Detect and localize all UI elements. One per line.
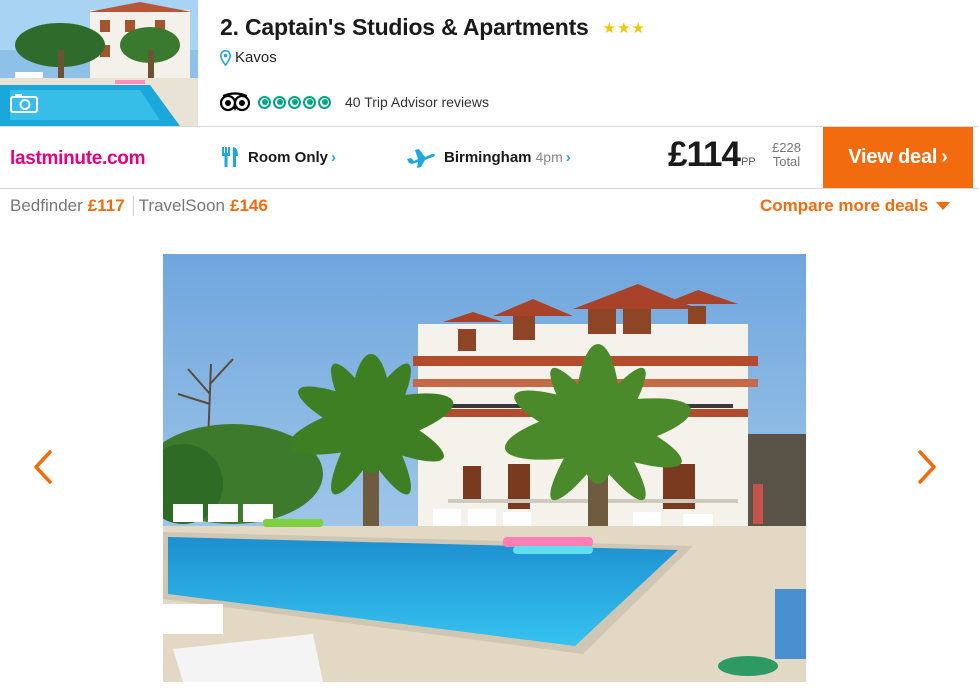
tripadvisor-owl-icon xyxy=(220,92,250,112)
rating-bubble-icon xyxy=(273,95,286,109)
deal-bar: lastminute.com Room Only › Birmingham 4p… xyxy=(0,126,979,189)
departure-airport: Birmingham xyxy=(444,148,532,166)
hotel-photo xyxy=(163,254,806,682)
view-deal-button[interactable]: View deal › xyxy=(823,127,973,188)
gallery-next-arrow-icon[interactable] xyxy=(910,448,940,486)
hotel-location[interactable]: Kavos xyxy=(235,49,277,66)
flight-info[interactable]: Birmingham 4pm › xyxy=(406,146,571,168)
gallery-prev-arrow-icon[interactable] xyxy=(30,448,60,486)
rating-bubble-icon xyxy=(258,95,271,109)
tripadvisor-rating[interactable]: 40 Trip Advisor reviews xyxy=(220,92,489,112)
view-deal-label: View deal xyxy=(848,146,938,168)
reviews-count[interactable]: 40 Trip Advisor reviews xyxy=(345,94,489,110)
rating-bubbles xyxy=(258,95,333,109)
board-type[interactable]: Room Only › xyxy=(220,146,336,168)
rating-bubble-icon xyxy=(318,95,331,109)
location-pin-icon xyxy=(220,49,231,66)
alt-deal-price[interactable]: £117 xyxy=(88,196,125,216)
price-unit: PP xyxy=(740,156,756,168)
alt-deal-provider[interactable]: TravelSoon xyxy=(139,196,225,216)
alt-deal-price[interactable]: £146 xyxy=(230,196,268,216)
compare-more-deals-link[interactable]: Compare more deals xyxy=(760,196,951,216)
chevron-right-icon: › xyxy=(565,148,571,166)
rating-bubble-icon xyxy=(303,95,316,109)
camera-icon xyxy=(10,94,38,113)
hotel-title-row: 2. Captain's Studios & Apartments ★★★ xyxy=(220,14,646,41)
provider-logo[interactable]: lastminute.com xyxy=(10,148,145,170)
chevron-right-icon: › xyxy=(941,146,948,168)
alternative-deals: Bedfinder £117 TravelSoon £146 xyxy=(10,196,268,216)
total-price: £228 xyxy=(772,140,801,155)
hotel-gallery-image[interactable] xyxy=(163,254,806,682)
total-price-block: £228 Total xyxy=(772,141,801,169)
board-label: Room Only xyxy=(248,148,329,166)
divider xyxy=(132,196,134,216)
rating-bubble-icon xyxy=(288,95,301,109)
plane-icon xyxy=(407,149,435,168)
hotel-header: 2. Captain's Studios & Apartments ★★★ Ka… xyxy=(0,0,979,126)
hotel-location-row: Kavos xyxy=(220,49,277,66)
cutlery-icon xyxy=(222,147,238,167)
chevron-right-icon: › xyxy=(331,148,337,166)
price-value: £114 xyxy=(668,135,741,174)
alt-deal-provider[interactable]: Bedfinder xyxy=(10,196,83,216)
compare-more-deals-label: Compare more deals xyxy=(760,196,929,215)
caret-down-icon xyxy=(936,202,951,210)
hotel-thumbnail[interactable] xyxy=(0,0,198,126)
departure-time: 4pm xyxy=(535,149,563,165)
total-label: Total xyxy=(772,154,801,169)
star-rating: ★★★ xyxy=(602,19,646,37)
hotel-title[interactable]: 2. Captain's Studios & Apartments xyxy=(220,14,589,41)
price-per-person: £114 PP xyxy=(668,137,756,173)
